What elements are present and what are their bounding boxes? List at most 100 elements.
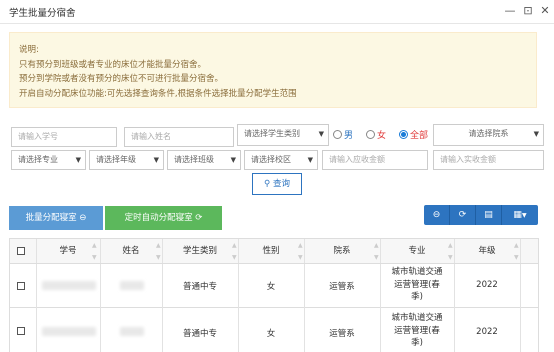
- class-value: 请选择班级: [174, 155, 214, 164]
- search-button[interactable]: ⚲ 查询: [252, 173, 302, 195]
- major-select[interactable]: 请选择专业 ▼: [11, 150, 86, 170]
- refresh-icon: ⟳: [458, 210, 467, 220]
- notice-line-2: 预分到学院或者没有预分的床位不可进行批量分宿舍。: [19, 74, 224, 84]
- batch-assign-label: 批量分配寝室: [25, 213, 77, 223]
- th-gender[interactable]: 性别: [238, 239, 304, 263]
- th-grade[interactable]: 年级: [454, 239, 520, 263]
- major-value: 请选择专业: [18, 155, 58, 164]
- chevron-down-icon: ▼: [307, 156, 313, 164]
- sort-icon: ▲ ▼: [298, 242, 303, 261]
- grade-select[interactable]: 请选择年级 ▼: [89, 150, 164, 170]
- radio-icon: [366, 130, 375, 139]
- window-title: 学生批量分宿舍: [9, 8, 76, 19]
- auto-assign-label: 定时自动分配寝室: [124, 213, 193, 223]
- batch-assign-button[interactable]: 批量分配寝室 ⊖: [9, 206, 103, 230]
- table-row[interactable]: 普通中专 女 运管系 城市轨道交通 运营管理(春 季) 2022: [9, 264, 539, 308]
- major-line-2: 运营管理(春: [394, 325, 440, 336]
- sort-icon: ▲ ▼: [92, 242, 97, 261]
- major-line-3: 季): [411, 292, 423, 302]
- name-redacted: [120, 281, 144, 290]
- cell-grade: 2022: [476, 327, 498, 337]
- gender-male-label: 男: [344, 131, 354, 141]
- cell-major: 城市轨道交通 运营管理(春 季): [380, 312, 454, 350]
- notice-line-3: 开启自动分配床位功能:可先选择查询条件,根据条件选择批量分配学生范围: [19, 88, 297, 99]
- columns-dropdown-button[interactable]: ▦▼: [502, 205, 538, 225]
- maximize-icon[interactable]: ⊡: [520, 3, 536, 19]
- grid-icon: ▦: [513, 210, 522, 220]
- auto-assign-button[interactable]: 定时自动分配寝室 ⟳: [105, 206, 222, 230]
- student-no-redacted: [42, 327, 96, 336]
- student-no-input[interactable]: 请输入学号: [11, 127, 117, 147]
- name-redacted: [120, 327, 144, 336]
- gender-female-label: 女: [377, 131, 387, 141]
- instructions-notice: 说明: 只有预分到班级或者专业的床位才能批量分宿舍。 预分到学院或者没有预分的床…: [9, 32, 537, 108]
- th-student-type[interactable]: 学生类别: [162, 239, 238, 263]
- table-header: 学号 ▲ ▼ 姓名 ▲ ▼ 学生类别 ▲ ▼ 性别 ▲ ▼ 院系 ▲ ▼ 专业 ▲ ▼ 年级…: [9, 238, 539, 264]
- refresh-button[interactable]: ⟳: [450, 205, 476, 225]
- batch-dorm-assign-window: 学生批量分宿舍 — ⊡ ✕ 说明: 只有预分到班级或者专业的床位才能批量分宿舍。…: [0, 0, 554, 352]
- major-line-3: 季): [411, 338, 423, 348]
- chevron-down-icon: ▼: [533, 130, 539, 138]
- th-major[interactable]: 专业: [380, 239, 454, 263]
- column-divider: [36, 308, 37, 352]
- cell-gender: 女: [266, 282, 276, 292]
- caret-down-icon: ▼: [521, 212, 527, 219]
- sort-icon: ▲ ▼: [514, 242, 519, 261]
- minus-icon: ⊖: [432, 210, 441, 220]
- sort-icon: ▲ ▼: [156, 242, 161, 261]
- student-no-redacted: [42, 281, 96, 290]
- gender-radio-all[interactable]: 全部: [399, 130, 428, 142]
- department-select[interactable]: 请选择院系 ▼: [433, 124, 544, 146]
- column-divider: [100, 264, 101, 308]
- th-student-no[interactable]: 学号: [36, 239, 100, 263]
- row-checkbox[interactable]: [17, 327, 25, 335]
- search-icon: ⚲: [264, 179, 271, 189]
- notice-title: 说明:: [19, 45, 39, 55]
- column-divider: [520, 239, 521, 263]
- chevron-down-icon: ▼: [318, 130, 324, 138]
- radio-checked-icon: [399, 130, 408, 139]
- campus-select[interactable]: 请选择校区 ▼: [244, 150, 318, 170]
- minimize-icon[interactable]: —: [502, 3, 518, 19]
- grade-value: 请选择年级: [96, 155, 136, 164]
- actual-amount-input[interactable]: 请输入实收金额: [433, 150, 544, 170]
- th-department[interactable]: 院系: [304, 239, 380, 263]
- th-name[interactable]: 姓名: [100, 239, 162, 263]
- student-type-value: 请选择学生类别: [244, 129, 300, 138]
- gender-radio-male[interactable]: 男: [333, 130, 353, 142]
- cell-grade: 2022: [476, 280, 498, 290]
- toggle-view-button[interactable]: ▤: [476, 205, 502, 225]
- column-divider: [36, 264, 37, 308]
- window-titlebar: 学生批量分宿舍 — ⊡ ✕: [0, 0, 554, 24]
- campus-value: 请选择校区: [251, 155, 291, 164]
- row-checkbox[interactable]: [17, 282, 25, 290]
- class-select[interactable]: 请选择班级 ▼: [167, 150, 241, 170]
- cell-student-type: 普通中专: [182, 329, 217, 339]
- minus-circle-icon: ⊖: [79, 213, 87, 223]
- cell-student-type: 普通中专: [182, 282, 217, 292]
- student-type-select[interactable]: 请选择学生类别 ▼: [237, 124, 329, 146]
- table-row[interactable]: 普通中专 女 运管系 城市轨道交通 运营管理(春 季) 2022: [9, 308, 539, 352]
- cell-major: 城市轨道交通 运营管理(春 季): [380, 266, 454, 304]
- column-divider: [100, 308, 101, 352]
- name-input[interactable]: 请输入姓名: [124, 127, 234, 147]
- sort-icon: ▲ ▼: [374, 242, 379, 261]
- cell-department: 运管系: [329, 282, 355, 292]
- department-value: 请选择院系: [468, 129, 509, 138]
- select-all-checkbox[interactable]: [17, 247, 25, 255]
- column-divider: [520, 264, 521, 308]
- chevron-down-icon: ▼: [230, 156, 236, 164]
- toggle-search-button[interactable]: ⊖: [424, 205, 450, 225]
- chevron-down-icon: ▼: [75, 156, 81, 164]
- receivable-amount-input[interactable]: 请输入应收金额: [322, 150, 428, 170]
- radio-icon: [333, 130, 342, 139]
- search-label: 查询: [272, 179, 290, 189]
- cell-gender: 女: [266, 329, 276, 339]
- gender-radio-female[interactable]: 女: [366, 130, 386, 142]
- gender-all-label: 全部: [410, 131, 429, 141]
- column-divider: [520, 308, 521, 352]
- list-icon: ▤: [484, 210, 493, 220]
- refresh-icon: ⟳: [195, 213, 203, 223]
- cell-department: 运管系: [329, 329, 355, 339]
- close-icon[interactable]: ✕: [537, 3, 553, 19]
